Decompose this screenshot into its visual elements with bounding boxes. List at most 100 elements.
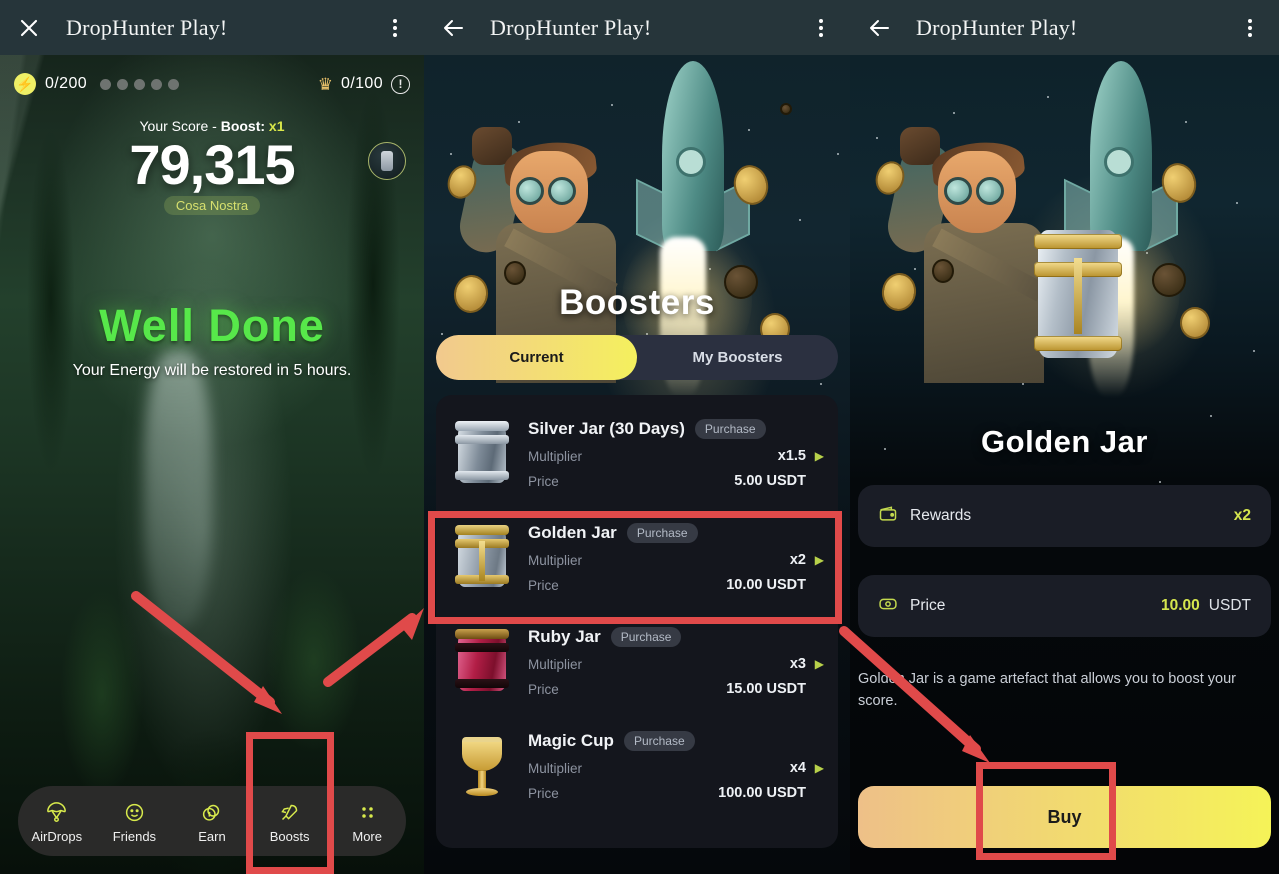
tab-my-boosters[interactable]: My Boosters bbox=[637, 335, 838, 380]
coins-icon bbox=[201, 801, 222, 825]
well-done-block: Well Done Your Energy will be restored i… bbox=[0, 300, 424, 380]
magic-cup-icon bbox=[450, 731, 514, 799]
nav-item-more[interactable]: More bbox=[331, 799, 403, 844]
price-label: Price bbox=[528, 473, 559, 489]
booster-info: Ruby Jar Purchase Multiplier x3 ▶ Price … bbox=[528, 627, 824, 697]
chevron-right-icon[interactable]: ▶ bbox=[806, 761, 824, 775]
overflow-menu-icon[interactable] bbox=[1235, 13, 1265, 43]
parachute-icon bbox=[46, 801, 67, 825]
booster-price-row: Price 5.00 USDT ▶ bbox=[528, 473, 824, 489]
golden-jar-row-highlight bbox=[428, 511, 842, 624]
score-multiplier: x1 bbox=[268, 118, 285, 134]
panel2-appbar: DropHunter Play! bbox=[424, 0, 850, 55]
golden-jar-hero-icon bbox=[1034, 230, 1122, 358]
multiplier-label: Multiplier bbox=[528, 760, 583, 776]
booster-name: Ruby Jar bbox=[528, 627, 601, 646]
detail-page-title: Golden Jar bbox=[981, 424, 1148, 459]
well-done-title: Well Done bbox=[99, 300, 325, 351]
crown-icon: ♛ bbox=[317, 74, 333, 94]
booster-header: Silver Jar (30 Days) Purchase bbox=[528, 419, 824, 439]
price-amount: 10.00 bbox=[1161, 597, 1200, 614]
booster-multiplier-row: Multiplier x3 ▶ bbox=[528, 656, 824, 672]
wallet-icon bbox=[878, 504, 904, 529]
buy-button-highlight bbox=[976, 762, 1116, 860]
booster-name: Silver Jar (30 Days) bbox=[528, 419, 685, 438]
booster-header: Magic Cup Purchase bbox=[528, 731, 824, 751]
boosts-nav-highlight bbox=[246, 732, 334, 874]
silver-jar-icon bbox=[450, 419, 514, 487]
info-icon[interactable]: ! bbox=[391, 74, 410, 94]
score-label-boost: Boost: bbox=[220, 118, 266, 134]
booster-tabs: Current My Boosters bbox=[436, 335, 838, 380]
panel2-title: DropHunter Play! bbox=[490, 14, 652, 40]
booster-multiplier-row: Multiplier x1.5 ▶ bbox=[528, 448, 824, 464]
panel3-appbar: DropHunter Play! bbox=[850, 0, 1279, 55]
bolt-icon: ⚡ bbox=[14, 73, 36, 95]
booster-info: Silver Jar (30 Days) Purchase Multiplier… bbox=[528, 419, 824, 489]
energy-value: 0/200 bbox=[45, 75, 88, 92]
booster-row-silver-jar[interactable]: Silver Jar (30 Days) Purchase Multiplier… bbox=[436, 409, 838, 513]
panel3-title: DropHunter Play! bbox=[916, 14, 1078, 40]
back-arrow-icon[interactable] bbox=[438, 13, 468, 43]
booster-price-row: Price 15.00 USDT ▶ bbox=[528, 681, 824, 697]
panel-game-screen: DropHunter Play! ⚡ 0/200 ♛ 0/100 ! Your … bbox=[0, 0, 424, 874]
screenshot-root: DropHunter Play! ⚡ 0/200 ♛ 0/100 ! Your … bbox=[0, 0, 1279, 874]
tab-current[interactable]: Current bbox=[436, 335, 637, 380]
price-unit: USDT bbox=[1208, 597, 1251, 614]
nav-label-more: More bbox=[352, 828, 382, 844]
multiplier-value: x3 bbox=[789, 656, 806, 672]
chevron-right-icon[interactable]: ▶ bbox=[806, 657, 824, 671]
price-label: Price bbox=[528, 681, 559, 697]
panel-boosters-list: DropHunter Play! Boosters Current My Boo… bbox=[424, 0, 850, 874]
nav-item-airdrops[interactable]: AirDrops bbox=[21, 799, 93, 844]
panel1-title: DropHunter Play! bbox=[66, 14, 228, 40]
back-arrow-icon[interactable] bbox=[864, 13, 894, 43]
close-icon[interactable] bbox=[14, 13, 44, 43]
multiplier-label: Multiplier bbox=[528, 448, 583, 464]
nav-label-earn: Earn bbox=[198, 828, 226, 844]
purchase-badge[interactable]: Purchase bbox=[610, 627, 682, 647]
energy-group: ⚡ 0/200 bbox=[14, 73, 180, 95]
hud-bar: ⚡ 0/200 ♛ 0/100 ! bbox=[0, 68, 424, 100]
price-value: 10.00 USDT bbox=[1161, 597, 1251, 615]
booster-multiplier-row: Multiplier x4 ▶ bbox=[528, 760, 824, 776]
booster-row-ruby-jar[interactable]: Ruby Jar Purchase Multiplier x3 ▶ Price … bbox=[436, 617, 838, 721]
panel1-appbar: DropHunter Play! bbox=[0, 0, 424, 55]
avatar[interactable] bbox=[368, 142, 406, 180]
rewards-card: Rewards x2 bbox=[858, 485, 1271, 547]
ruby-jar-icon bbox=[450, 627, 514, 695]
score-label-prefix: Your Score - bbox=[139, 118, 221, 134]
booster-hero-title: Boosters bbox=[559, 283, 715, 322]
price-value: 5.00 USDT bbox=[734, 473, 806, 489]
overflow-menu-icon[interactable] bbox=[380, 13, 410, 43]
rewards-label: Rewards bbox=[910, 507, 972, 524]
multiplier-label: Multiplier bbox=[528, 656, 583, 672]
booster-info: Magic Cup Purchase Multiplier x4 ▶ Price… bbox=[528, 731, 824, 801]
overflow-menu-icon[interactable] bbox=[806, 13, 836, 43]
well-done-subtitle: Your Energy will be restored in 5 hours. bbox=[72, 362, 352, 379]
chevron-right-icon[interactable]: ▶ bbox=[806, 449, 824, 463]
booster-header: Ruby Jar Purchase bbox=[528, 627, 824, 647]
keys-group: ♛ 0/100 ! bbox=[317, 74, 410, 94]
multiplier-value: x4 bbox=[789, 760, 806, 776]
purchase-badge[interactable]: Purchase bbox=[694, 419, 766, 439]
purchase-badge[interactable]: Purchase bbox=[623, 731, 695, 751]
price-label: Price bbox=[528, 785, 559, 801]
detail-description: Golden Jar is a game artefact that allow… bbox=[858, 671, 1237, 710]
score-label: Your Score - Boost: x1 bbox=[0, 118, 424, 134]
price-value: 15.00 USDT bbox=[726, 681, 806, 697]
nav-label-friends: Friends bbox=[112, 828, 157, 844]
nav-item-friends[interactable]: Friends bbox=[98, 799, 170, 844]
keys-value: 0/100 bbox=[340, 75, 383, 92]
nav-item-earn[interactable]: Earn bbox=[176, 799, 248, 844]
nav-label-airdrops: AirDrops bbox=[31, 828, 83, 844]
money-icon bbox=[878, 594, 904, 619]
panel-booster-detail: DropHunter Play! Golden Jar Rewards x2 P… bbox=[850, 0, 1279, 874]
booster-row-magic-cup[interactable]: Magic Cup Purchase Multiplier x4 ▶ Price… bbox=[436, 721, 838, 825]
score-block: Your Score - Boost: x1 79,315 Cosa Nostr… bbox=[0, 118, 424, 215]
energy-dots bbox=[100, 78, 180, 90]
price-card: Price 10.00 USDT bbox=[858, 575, 1271, 637]
score-value: 79,315 bbox=[129, 133, 295, 196]
smiley-icon bbox=[124, 801, 145, 825]
booster-price-row: Price 100.00 USDT ▶ bbox=[528, 785, 824, 801]
